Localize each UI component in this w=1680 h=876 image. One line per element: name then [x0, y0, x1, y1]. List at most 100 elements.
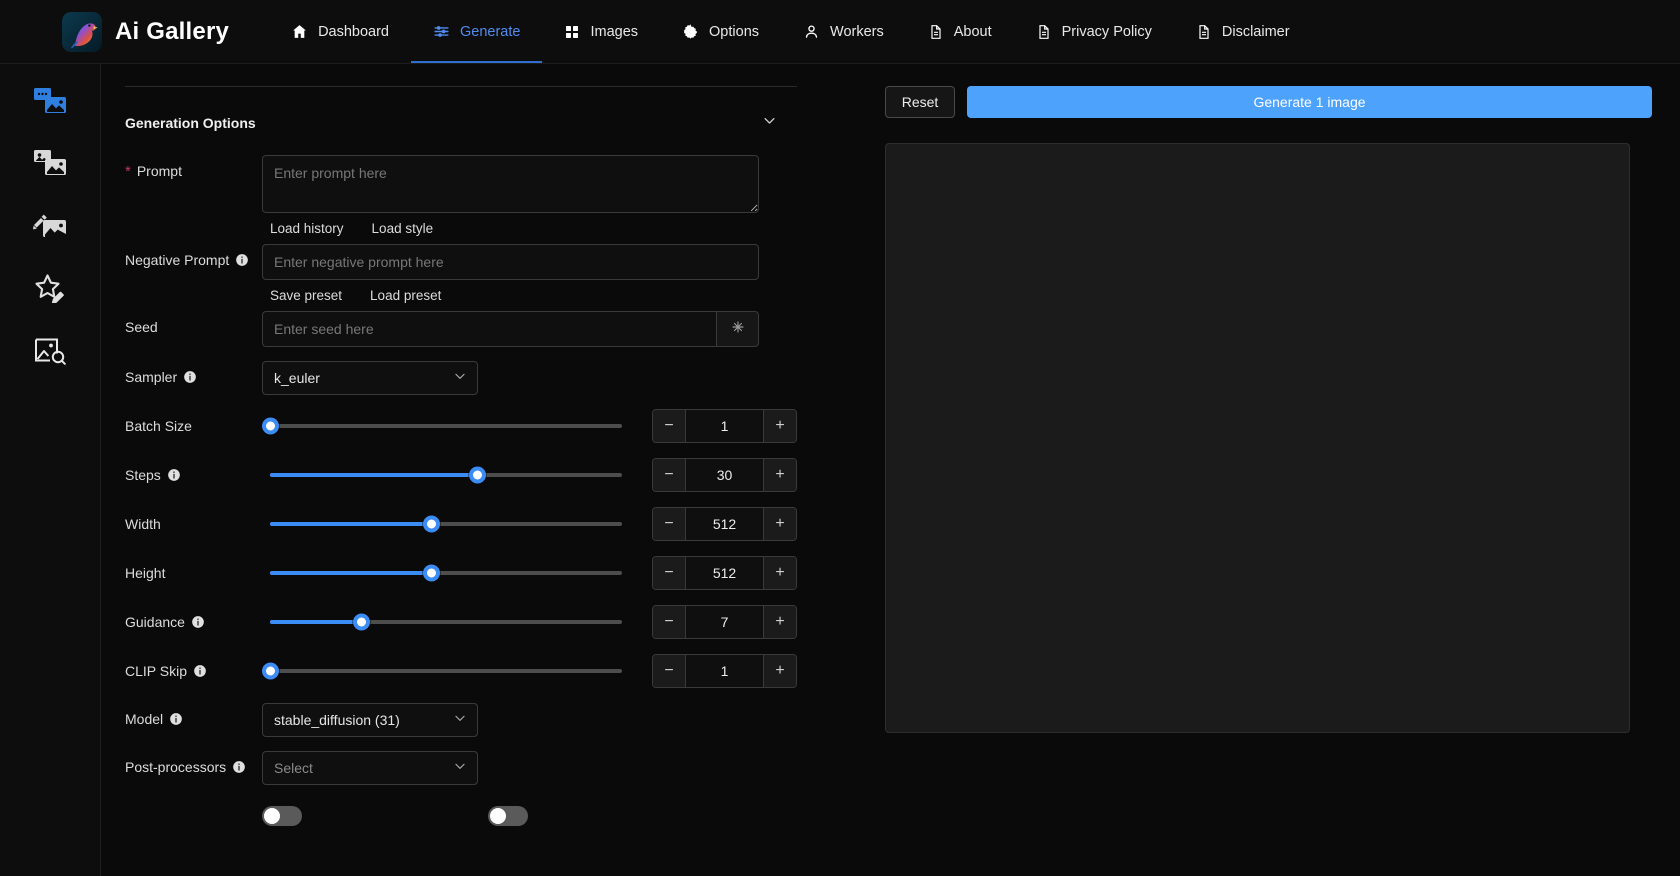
height-increment[interactable]: + — [763, 557, 796, 589]
reset-button[interactable]: Reset — [885, 86, 955, 118]
info-icon[interactable] — [232, 760, 246, 774]
mode-sidebar — [0, 64, 101, 876]
guidance-row: Guidance − 7 + — [125, 605, 797, 639]
post-processors-row: Post-processors Select — [125, 751, 797, 785]
steps-decrement[interactable]: − — [653, 459, 686, 491]
batch-size-label: Batch Size — [125, 418, 192, 434]
seed-row: Seed — [125, 311, 797, 347]
prompt-label-group: * Prompt — [125, 155, 262, 179]
guidance-stepper[interactable]: − 7 + — [652, 605, 797, 639]
chevron-down-icon — [453, 711, 467, 730]
guidance-slider[interactable] — [262, 605, 622, 639]
model-label: Model — [125, 711, 163, 727]
collapse-panel-button[interactable] — [758, 109, 781, 137]
model-value: stable_diffusion (31) — [274, 712, 453, 728]
seed-input[interactable] — [262, 311, 716, 347]
prompt-row: * Prompt Load history Load style — [125, 155, 797, 238]
guidance-value[interactable]: 7 — [686, 606, 763, 638]
nav-label: Privacy Policy — [1062, 24, 1152, 40]
batch-size-stepper[interactable]: − 1 + — [652, 409, 797, 443]
clip-skip-decrement[interactable]: − — [653, 655, 686, 687]
output-panel: Reset Generate 1 image — [821, 64, 1680, 876]
steps-increment[interactable]: + — [763, 459, 796, 491]
model-row: Model stable_diffusion (31) — [125, 703, 797, 737]
post-processors-select[interactable]: Select — [262, 751, 478, 785]
sidebar-item-text-to-image[interactable] — [21, 82, 79, 126]
sampler-label: Sampler — [125, 369, 177, 385]
nav-item-options[interactable]: Options — [660, 0, 781, 63]
height-stepper[interactable]: − 512 + — [652, 556, 797, 590]
randomize-seed-button[interactable] — [716, 311, 759, 347]
nav-item-dashboard[interactable]: Dashboard — [269, 0, 411, 63]
nav-item-disclaimer[interactable]: Disclaimer — [1174, 0, 1312, 63]
batch-size-slider[interactable] — [262, 409, 622, 443]
post-processors-label-group: Post-processors — [125, 751, 262, 775]
nav-label: Dashboard — [318, 24, 389, 40]
info-icon[interactable] — [235, 253, 249, 267]
cutoff-toggle-left[interactable] — [262, 806, 302, 826]
info-icon[interactable] — [167, 468, 181, 482]
height-value[interactable]: 512 — [686, 557, 763, 589]
clip-skip-stepper[interactable]: − 1 + — [652, 654, 797, 688]
seed-label-group: Seed — [125, 311, 262, 335]
batch-size-value[interactable]: 1 — [686, 410, 763, 442]
guidance-label-group: Guidance — [125, 614, 262, 630]
width-row: Width − 512 + — [125, 507, 797, 541]
steps-stepper[interactable]: − 30 + — [652, 458, 797, 492]
width-value[interactable]: 512 — [686, 508, 763, 540]
cutoff-toggle-right[interactable] — [488, 806, 528, 826]
height-slider[interactable] — [262, 556, 622, 590]
negative-prompt-label-group: Negative Prompt — [125, 244, 262, 268]
nav-item-generate[interactable]: Generate — [411, 0, 542, 63]
load-history-link[interactable]: Load history — [270, 221, 344, 236]
clip-skip-increment[interactable]: + — [763, 655, 796, 687]
image-preview-area[interactable] — [885, 143, 1630, 733]
sidebar-item-image-to-image[interactable] — [21, 144, 79, 188]
guidance-increment[interactable]: + — [763, 606, 796, 638]
nav-label: Images — [590, 24, 638, 40]
negative-prompt-input[interactable] — [262, 244, 759, 280]
nav-item-workers[interactable]: Workers — [781, 0, 906, 63]
nav-item-privacy-policy[interactable]: Privacy Policy — [1014, 0, 1174, 63]
guidance-decrement[interactable]: − — [653, 606, 686, 638]
model-select[interactable]: stable_diffusion (31) — [262, 703, 478, 737]
width-increment[interactable]: + — [763, 508, 796, 540]
info-icon[interactable] — [169, 712, 183, 726]
steps-slider[interactable] — [262, 458, 622, 492]
negative-prompt-row: Negative Prompt Save preset Load preset — [125, 244, 797, 305]
prompt-input[interactable] — [262, 155, 759, 213]
load-preset-link[interactable]: Load preset — [370, 288, 441, 303]
nav-item-images[interactable]: Images — [542, 0, 660, 63]
width-decrement[interactable]: − — [653, 508, 686, 540]
height-decrement[interactable]: − — [653, 557, 686, 589]
clip-skip-slider[interactable] — [262, 654, 622, 688]
info-icon[interactable] — [191, 615, 205, 629]
width-stepper[interactable]: − 512 + — [652, 507, 797, 541]
steps-value[interactable]: 30 — [686, 459, 763, 491]
sidebar-item-rate-images[interactable] — [21, 268, 79, 312]
clip-skip-value[interactable]: 1 — [686, 655, 763, 687]
sidebar-item-inpaint-image[interactable] — [21, 206, 79, 250]
load-style-link[interactable]: Load style — [372, 221, 434, 236]
batch-size-decrement[interactable]: − — [653, 410, 686, 442]
save-preset-link[interactable]: Save preset — [270, 288, 342, 303]
steps-label-group: Steps — [125, 467, 262, 483]
batch-size-increment[interactable]: + — [763, 410, 796, 442]
guidance-label: Guidance — [125, 614, 185, 630]
info-icon[interactable] — [183, 370, 197, 384]
info-icon[interactable] — [193, 664, 207, 678]
seed-label: Seed — [125, 319, 158, 335]
clip-skip-row: CLIP Skip − 1 + — [125, 654, 797, 688]
sampler-select[interactable]: k_euler — [262, 361, 478, 395]
width-slider[interactable] — [262, 507, 622, 541]
document-icon — [1196, 24, 1212, 40]
prompt-links: Load history Load style — [262, 213, 797, 238]
clip-skip-label-group: CLIP Skip — [125, 663, 262, 679]
sidebar-item-image-search[interactable] — [21, 330, 79, 374]
generate-button[interactable]: Generate 1 image — [967, 86, 1652, 118]
batch-size-row: Batch Size − 1 + — [125, 409, 797, 443]
steps-label: Steps — [125, 467, 161, 483]
height-label-group: Height — [125, 565, 262, 581]
sliders-icon — [433, 23, 450, 40]
nav-item-about[interactable]: About — [906, 0, 1014, 63]
